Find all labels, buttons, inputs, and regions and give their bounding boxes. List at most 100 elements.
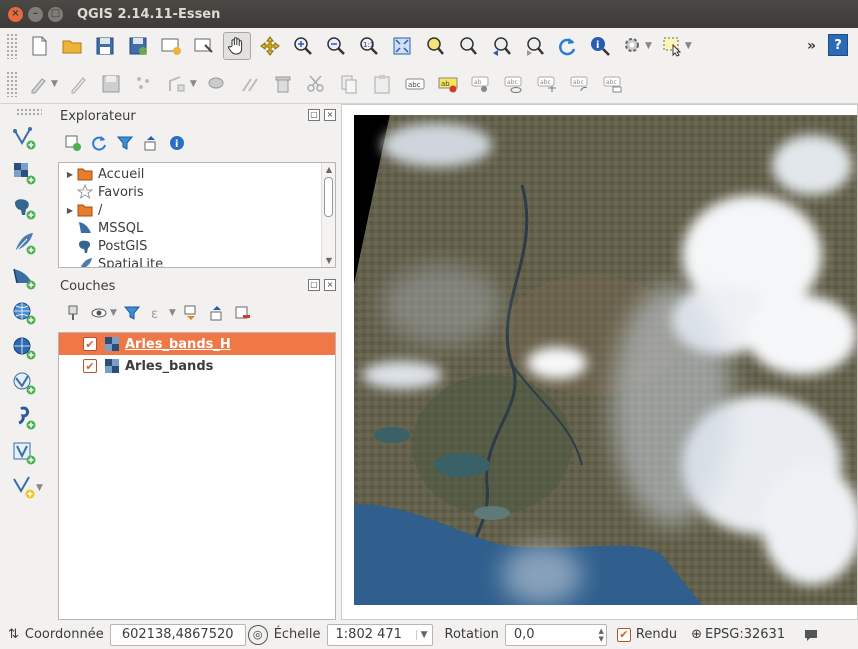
add-raster-layer-button[interactable]	[8, 157, 40, 189]
select-features-button[interactable]	[658, 32, 686, 60]
scroll-down-arrow[interactable]: ▼	[322, 256, 335, 265]
render-checkbox[interactable]: ✔	[616, 627, 631, 642]
add-delimited-text-button[interactable]	[8, 402, 40, 434]
layer-row-arles-bands-h[interactable]: ✔ Arles_bands_H	[59, 333, 335, 355]
explorer-close-button[interactable]: ×	[324, 109, 336, 121]
scale-combobox[interactable]: 1:802 471 ▼	[326, 623, 433, 646]
tree-item-favoris[interactable]: Favoris	[63, 183, 335, 201]
add-wfs-layer-button[interactable]	[8, 367, 40, 399]
new-project-button[interactable]	[25, 32, 53, 60]
layers-filter-button[interactable]	[121, 302, 143, 324]
add-wms-layer-button[interactable]	[8, 297, 40, 329]
filter-legend-expression-button[interactable]: ε	[147, 302, 169, 324]
add-spatialite-layer-button[interactable]	[8, 227, 40, 259]
layers-float-button[interactable]: ▢	[308, 279, 320, 291]
action-dropdown-arrow[interactable]: ▼	[645, 41, 652, 51]
map-canvas[interactable]	[341, 104, 858, 620]
layers-close-button[interactable]: ×	[324, 279, 336, 291]
remove-layer-button[interactable]	[232, 302, 254, 324]
add-mssql-layer-button[interactable]	[8, 262, 40, 294]
action-button[interactable]	[619, 32, 647, 60]
add-postgis-layer-button[interactable]	[8, 192, 40, 224]
identify-button[interactable]: i	[586, 32, 614, 60]
window-close-button[interactable]: ×	[8, 6, 23, 22]
window-minimize-button[interactable]: –	[28, 6, 43, 22]
add-virtual-layer-button[interactable]	[8, 437, 40, 469]
delete-selected-button[interactable]	[269, 70, 297, 98]
toolbar-grip[interactable]	[6, 33, 18, 59]
new-layer-dropdown-arrow[interactable]: ▼	[36, 483, 43, 493]
highlight-labels-button[interactable]: ab	[434, 70, 462, 98]
explorer-tree[interactable]: ▶ Accueil Favoris ▶ / MSSQL PostGIS Spatia…	[58, 162, 336, 268]
mouse-extents-toggle-icon[interactable]: ◎	[247, 624, 268, 645]
tree-item-postgis[interactable]: PostGIS	[63, 237, 335, 255]
zoom-to-layer-button[interactable]	[454, 32, 482, 60]
explorer-properties-button[interactable]: i	[166, 132, 188, 154]
coordinate-field[interactable]: 602138,4867520	[109, 623, 246, 646]
change-label-button[interactable]: abc	[599, 70, 627, 98]
tree-item-root[interactable]: ▶ /	[63, 201, 335, 219]
select-dropdown-arrow[interactable]: ▼	[685, 41, 692, 51]
pan-map-button[interactable]	[222, 32, 251, 60]
pin-labels-button[interactable]: ab	[467, 70, 495, 98]
refresh-button[interactable]	[553, 32, 581, 60]
paste-features-button[interactable]	[368, 70, 396, 98]
layer-visibility-checkbox[interactable]: ✔	[83, 359, 97, 373]
move-label-button[interactable]: abc	[533, 70, 561, 98]
expand-arrow[interactable]: ▶	[63, 206, 77, 215]
scale-dropdown-arrow[interactable]: ▼	[415, 629, 428, 640]
show-hide-labels-button[interactable]: abc	[500, 70, 528, 98]
toolbar-grip-2[interactable]	[6, 70, 18, 97]
current-edits-button[interactable]	[25, 70, 53, 98]
coordinate-toggle-icon[interactable]: ⇅	[8, 627, 19, 642]
tree-item-spatialite[interactable]: SpatiaLite	[63, 255, 335, 267]
zoom-next-button[interactable]	[520, 32, 548, 60]
expand-all-button[interactable]	[180, 302, 202, 324]
crs-label[interactable]: EPSG:32631	[705, 627, 785, 642]
help-button[interactable]: ?	[828, 34, 848, 56]
explorer-collapse-button[interactable]	[140, 132, 162, 154]
zoom-actual-size-button[interactable]: 1:1	[355, 32, 383, 60]
tree-item-mssql[interactable]: MSSQL	[63, 219, 335, 237]
layer-visibility-checkbox[interactable]: ✔	[83, 337, 97, 351]
explorer-float-button[interactable]: ▢	[308, 109, 320, 121]
zoom-out-button[interactable]	[322, 32, 350, 60]
toggle-editing-button[interactable]	[64, 70, 92, 98]
expand-arrow[interactable]: ▶	[63, 170, 77, 179]
new-composer-button[interactable]	[157, 32, 185, 60]
copy-features-button[interactable]	[335, 70, 363, 98]
cut-features-button[interactable]	[302, 70, 330, 98]
zoom-to-selection-button[interactable]	[421, 32, 449, 60]
delete-part-button[interactable]	[236, 70, 264, 98]
layer-styling-button[interactable]	[62, 302, 84, 324]
scroll-up-arrow[interactable]: ▲	[322, 165, 335, 174]
layers-tree[interactable]: ✔ Arles_bands_H ✔ Arles_bands	[58, 332, 336, 620]
composer-manager-button[interactable]	[190, 32, 218, 60]
manage-themes-button[interactable]	[88, 302, 110, 324]
toolbar-overflow-chevron[interactable]: »	[807, 38, 816, 54]
collapse-all-button[interactable]	[206, 302, 228, 324]
tree-item-accueil[interactable]: ▶ Accueil	[63, 165, 335, 183]
explorer-scrollbar[interactable]: ▲ ▼	[321, 163, 335, 267]
add-feature-button[interactable]	[130, 70, 158, 98]
window-maximize-button[interactable]: □	[48, 6, 63, 22]
messages-bubble-icon[interactable]	[803, 628, 819, 642]
left-toolbar-grip[interactable]	[16, 108, 42, 116]
node-tool-button[interactable]	[163, 70, 191, 98]
scroll-thumb[interactable]	[324, 177, 333, 217]
rotation-stepper[interactable]: ▲ ▼	[599, 627, 604, 643]
add-vector-layer-button[interactable]	[8, 122, 40, 154]
explorer-add-button[interactable]	[62, 132, 84, 154]
add-wcs-layer-button[interactable]	[8, 332, 40, 364]
layer-row-arles-bands[interactable]: ✔ Arles_bands	[59, 355, 335, 377]
save-as-button[interactable]	[124, 32, 152, 60]
pan-to-selection-button[interactable]	[256, 32, 284, 60]
crs-globe-icon[interactable]: ⊕	[691, 627, 702, 642]
edits-dropdown-arrow[interactable]: ▼	[51, 79, 58, 89]
save-edits-button[interactable]	[97, 70, 125, 98]
explorer-filter-button[interactable]	[114, 132, 136, 154]
zoom-last-button[interactable]	[487, 32, 515, 60]
layer-labeling-button[interactable]: abc	[401, 70, 429, 98]
zoom-in-button[interactable]	[289, 32, 317, 60]
themes-dropdown-arrow[interactable]: ▼	[110, 308, 117, 318]
